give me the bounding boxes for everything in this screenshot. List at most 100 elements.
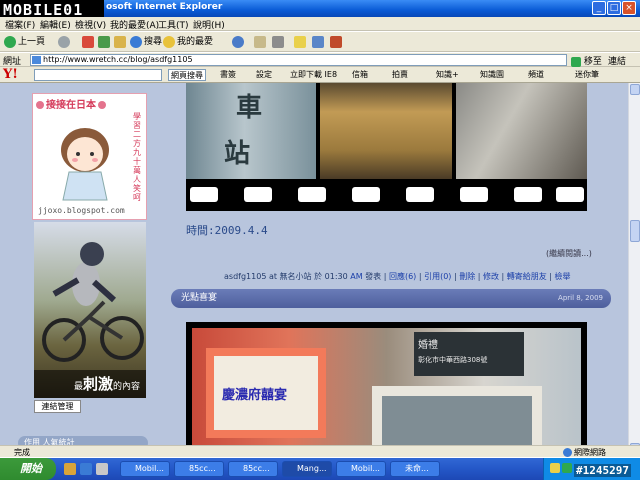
- banquet-sign: 婚禮 彰化市中華西路308號: [414, 332, 524, 376]
- close-button[interactable]: ×: [622, 1, 636, 15]
- report-link[interactable]: 檢舉: [555, 272, 571, 281]
- task-item[interactable]: Mobil...: [336, 461, 386, 477]
- task-item[interactable]: Mang...: [282, 461, 332, 477]
- menu-edit[interactable]: 編輯(E): [40, 18, 71, 31]
- edit-link[interactable]: 修改: [483, 272, 499, 281]
- go-arrow-icon: [571, 56, 581, 67]
- yahoo-settings[interactable]: 設定: [256, 69, 272, 81]
- refresh-button[interactable]: [98, 35, 110, 49]
- maximize-button[interactable]: □: [607, 1, 621, 15]
- yahoo-bookmarks[interactable]: 書簽: [220, 69, 236, 81]
- task-item[interactable]: Mobil...: [120, 461, 170, 477]
- quick-launch-icon[interactable]: [64, 463, 76, 475]
- standard-toolbar: 上一頁 搜尋 我的最愛: [0, 32, 640, 52]
- yahoo-search-button[interactable]: 網頁搜尋: [168, 69, 206, 81]
- back-button[interactable]: 上一頁: [4, 35, 45, 49]
- go-button[interactable]: 移至: [571, 54, 602, 67]
- menu-bar: 檔案(F) 編輯(E) 檢視(V) 我的最愛(A) 工具(T) 說明(H): [0, 17, 640, 48]
- research-button[interactable]: [330, 35, 342, 49]
- links-button[interactable]: 連結: [608, 54, 626, 67]
- ie-window: osoft Internet Explorer _ □ × MOBILE01 檔…: [0, 0, 640, 480]
- banner-title: 接接在日本: [36, 96, 108, 111]
- sign-photo: 車 站: [186, 83, 316, 179]
- reply-link[interactable]: 回應(6): [389, 272, 416, 281]
- yahoo-search-input[interactable]: [34, 69, 162, 81]
- delete-link[interactable]: 刪除: [459, 272, 475, 281]
- rail-photo: [456, 83, 587, 179]
- address-input[interactable]: http://www.wretch.cc/blog/asdfg1105: [30, 54, 567, 66]
- film-hole: [298, 187, 326, 202]
- scroll-thumb[interactable]: [630, 220, 640, 242]
- biker-illustration: [42, 242, 144, 362]
- post-author[interactable]: asdfg1105: [224, 272, 266, 281]
- task-item[interactable]: 85cc...: [174, 461, 224, 477]
- stop-icon: [82, 35, 94, 48]
- station-photo: [320, 83, 452, 179]
- yahoo-mini-notes[interactable]: 迷你筆: [575, 69, 599, 81]
- menu-help[interactable]: 說明(H): [193, 18, 225, 31]
- print-button[interactable]: [272, 35, 284, 49]
- yahoo-logo[interactable]: Y!: [3, 67, 18, 82]
- scroll-up-button[interactable]: [630, 84, 640, 95]
- link-manage-button[interactable]: 連結管理: [34, 400, 81, 413]
- refresh-icon: [98, 35, 110, 48]
- quick-launch-icon[interactable]: [80, 463, 92, 475]
- stop-button[interactable]: [82, 35, 94, 49]
- forward-link[interactable]: 轉寄給朋友: [507, 272, 547, 281]
- film-hole: [556, 187, 584, 202]
- mountain-bike-ad[interactable]: 最刺激的內容: [34, 222, 146, 398]
- wedding-sign: 慶濃府囍宴: [206, 348, 326, 438]
- task-item[interactable]: 85cc...: [228, 461, 278, 477]
- back-arrow-icon: [4, 35, 16, 48]
- menu-file[interactable]: 檔案(F): [5, 18, 35, 31]
- yahoo-knowledge[interactable]: 知識+: [436, 69, 459, 81]
- next-post-date: April 8, 2009: [558, 294, 603, 302]
- film-hole: [244, 187, 272, 202]
- history-icon: [232, 35, 244, 48]
- post-meta: asdfg1105 at 無名小站 於 01:30 AM 發表 | 回應(6) …: [224, 272, 571, 281]
- minimize-button[interactable]: _: [592, 1, 606, 15]
- menu-view[interactable]: 檢視(V): [75, 18, 106, 31]
- film-hole: [406, 187, 434, 202]
- quick-launch-icon[interactable]: [96, 463, 108, 475]
- dot-icon: [36, 101, 44, 109]
- page-icon: [32, 56, 41, 64]
- read-more-link[interactable]: (繼續閱讀...): [546, 248, 592, 259]
- menu-tools[interactable]: 工具(T): [158, 18, 189, 31]
- photo-content: 慶濃府囍宴 婚禮 彰化市中華西路308號: [192, 328, 581, 455]
- favorites-button[interactable]: 我的最愛: [163, 35, 213, 49]
- notes-icon: [294, 35, 306, 48]
- notes-button[interactable]: [294, 35, 306, 49]
- search-icon: [130, 35, 142, 48]
- jjoxo-banner[interactable]: 接接在日本 學習二方九十萬人笑呵 jjoxo.blogspot.com: [32, 93, 147, 220]
- dot-icon: [98, 101, 106, 109]
- search-button[interactable]: 搜尋: [130, 35, 162, 49]
- tray-icon[interactable]: [562, 463, 572, 473]
- forward-button[interactable]: [58, 35, 72, 49]
- history-button[interactable]: [232, 35, 246, 49]
- menu-favorites[interactable]: 我的最愛(A): [110, 18, 159, 31]
- tray-icon[interactable]: [550, 463, 560, 473]
- vertical-scrollbar[interactable]: [628, 83, 640, 455]
- yahoo-ie8-download[interactable]: 立即下載 IE8: [290, 69, 337, 81]
- address-label: 網址: [3, 57, 22, 67]
- quote-link[interactable]: 引用(0): [424, 272, 451, 281]
- mail-button[interactable]: [254, 35, 266, 49]
- next-post-title[interactable]: 光點喜宴: [181, 293, 217, 303]
- status-zone: 網際網路: [563, 447, 606, 458]
- start-button[interactable]: 開始: [0, 458, 56, 480]
- status-text: 完成: [14, 448, 30, 457]
- next-post-header: 光點喜宴 April 8, 2009: [171, 289, 611, 308]
- star-icon: [163, 35, 175, 48]
- yahoo-auction[interactable]: 拍賣: [392, 69, 408, 81]
- banner-side-text: 學習二方九十萬人笑呵: [133, 112, 141, 202]
- task-item[interactable]: 未命...: [390, 461, 440, 477]
- research-icon: [330, 35, 342, 48]
- yahoo-mail[interactable]: 信箱: [352, 69, 368, 81]
- address-bar: 網址 http://www.wretch.cc/blog/asdfg1105 移…: [0, 53, 640, 67]
- home-button[interactable]: [114, 35, 126, 49]
- post-category[interactable]: 無名小站: [280, 272, 312, 281]
- messenger-button[interactable]: [312, 35, 324, 49]
- yahoo-knowledge-garden[interactable]: 知識園: [480, 69, 504, 81]
- yahoo-channel[interactable]: 頻道: [528, 69, 544, 81]
